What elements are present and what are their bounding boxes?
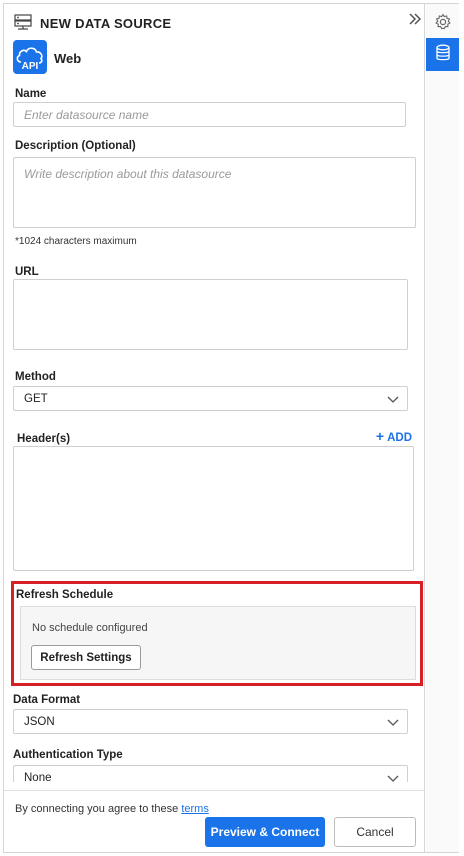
description-label: Description (Optional) [15, 140, 136, 152]
data-source-tab[interactable] [426, 38, 459, 71]
chevron-down-icon [387, 393, 399, 407]
side-rail [426, 4, 459, 852]
refresh-status: No schedule configured [32, 622, 148, 634]
url-label: URL [15, 266, 39, 278]
new-data-source-panel: NEW DATA SOURCE API Web Name Description [4, 4, 425, 852]
data-format-select[interactable]: JSON [13, 709, 408, 734]
description-textarea[interactable] [13, 157, 416, 228]
refresh-schedule-box: No schedule configured Refresh Settings [20, 606, 416, 680]
data-format-value: JSON [24, 716, 55, 728]
auth-type-value: None [24, 772, 52, 782]
add-header-button[interactable]: + ADD [376, 428, 412, 444]
url-textarea[interactable] [13, 279, 408, 350]
api-cloud-logo: API [13, 40, 47, 74]
terms-link[interactable]: terms [181, 803, 209, 815]
refresh-settings-button[interactable]: Refresh Settings [31, 645, 141, 670]
auth-type-select[interactable]: None [13, 765, 408, 782]
terms-agreement: By connecting you agree to these terms [15, 803, 209, 815]
chevron-down-icon [387, 716, 399, 730]
preview-connect-button[interactable]: Preview & Connect [205, 817, 325, 847]
cancel-button[interactable]: Cancel [334, 817, 416, 847]
chevron-down-icon [387, 772, 399, 782]
auth-type-clip: None [4, 764, 424, 782]
panel-footer: By connecting you agree to these terms P… [4, 790, 424, 852]
description-hint: *1024 characters maximum [15, 236, 137, 247]
plus-icon: + [375, 428, 385, 444]
add-header-label: ADD [387, 432, 412, 444]
database-icon [435, 44, 451, 65]
auth-type-label: Authentication Type [13, 749, 123, 761]
refresh-schedule-label: Refresh Schedule [16, 589, 114, 601]
name-input[interactable] [13, 102, 406, 127]
name-label: Name [15, 88, 47, 100]
panel-header: NEW DATA SOURCE [12, 12, 422, 34]
data-format-label: Data Format [13, 694, 81, 706]
data-source-icon [14, 14, 32, 33]
settings-tab[interactable] [426, 7, 459, 40]
refresh-schedule-highlight: Refresh Schedule No schedule configured … [11, 581, 423, 686]
method-label: Method [15, 371, 56, 383]
source-name: Web [54, 51, 82, 66]
headers-textarea[interactable] [13, 446, 414, 571]
method-select[interactable]: GET [13, 386, 408, 411]
app-frame: NEW DATA SOURCE API Web Name Description [3, 3, 459, 853]
gear-icon [434, 13, 452, 34]
api-logo-text: API [22, 61, 39, 72]
method-value: GET [24, 393, 48, 405]
headers-label: Header(s) [17, 433, 71, 445]
double-chevron-right-icon[interactable] [408, 12, 422, 29]
terms-agreement-text: By connecting you agree to these [15, 803, 179, 815]
panel-title: NEW DATA SOURCE [40, 16, 172, 31]
